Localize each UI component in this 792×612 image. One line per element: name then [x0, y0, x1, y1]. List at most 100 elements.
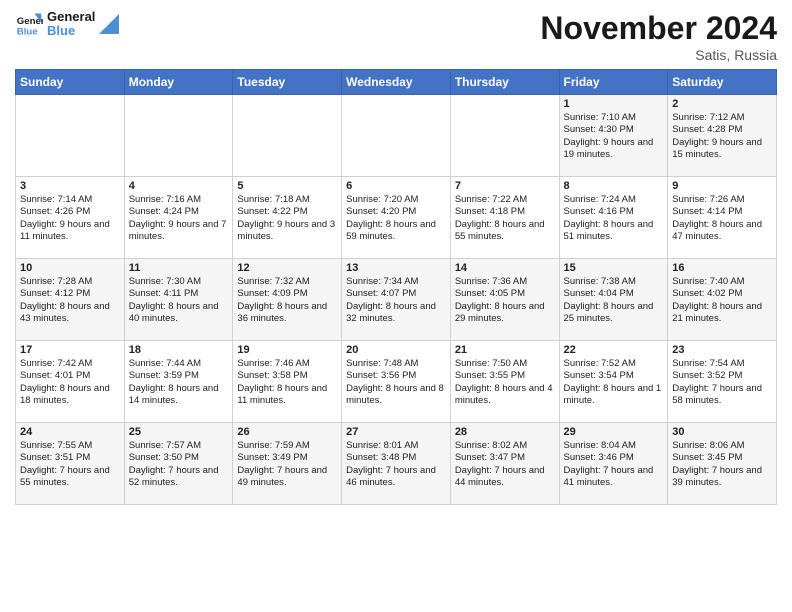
day-info: Daylight: 9 hours and 19 minutes. — [564, 137, 664, 162]
header-tuesday: Tuesday — [233, 70, 342, 95]
day-info: Sunrise: 7:54 AM — [672, 358, 772, 370]
day-info: Sunset: 3:55 PM — [455, 370, 555, 382]
day-number: 16 — [672, 262, 772, 274]
day-info: Sunrise: 8:06 AM — [672, 440, 772, 452]
calendar-cell: 7Sunrise: 7:22 AMSunset: 4:18 PMDaylight… — [450, 177, 559, 259]
calendar-cell: 17Sunrise: 7:42 AMSunset: 4:01 PMDayligh… — [16, 341, 125, 423]
day-info: Daylight: 9 hours and 15 minutes. — [672, 137, 772, 162]
day-info: Sunset: 3:54 PM — [564, 370, 664, 382]
day-info: Sunset: 4:24 PM — [129, 206, 229, 218]
day-number: 23 — [672, 344, 772, 356]
day-info: Sunset: 3:59 PM — [129, 370, 229, 382]
day-info: Daylight: 8 hours and 51 minutes. — [564, 219, 664, 244]
day-number: 25 — [129, 426, 229, 438]
day-info: Sunrise: 7:34 AM — [346, 276, 446, 288]
day-info: Sunrise: 7:46 AM — [237, 358, 337, 370]
calendar-week-row: 1Sunrise: 7:10 AMSunset: 4:30 PMDaylight… — [16, 95, 777, 177]
calendar-cell — [342, 95, 451, 177]
day-info: Sunset: 4:07 PM — [346, 288, 446, 300]
calendar-cell — [16, 95, 125, 177]
day-info: Daylight: 7 hours and 55 minutes. — [20, 465, 120, 490]
day-info: Daylight: 7 hours and 41 minutes. — [564, 465, 664, 490]
calendar-cell: 25Sunrise: 7:57 AMSunset: 3:50 PMDayligh… — [124, 423, 233, 505]
calendar-cell: 18Sunrise: 7:44 AMSunset: 3:59 PMDayligh… — [124, 341, 233, 423]
day-info: Sunset: 4:20 PM — [346, 206, 446, 218]
day-info: Daylight: 8 hours and 29 minutes. — [455, 301, 555, 326]
day-info: Sunset: 4:30 PM — [564, 124, 664, 136]
day-info: Sunset: 4:02 PM — [672, 288, 772, 300]
calendar-cell: 6Sunrise: 7:20 AMSunset: 4:20 PMDaylight… — [342, 177, 451, 259]
day-info: Sunset: 4:16 PM — [564, 206, 664, 218]
calendar-cell: 4Sunrise: 7:16 AMSunset: 4:24 PMDaylight… — [124, 177, 233, 259]
calendar-cell: 20Sunrise: 7:48 AMSunset: 3:56 PMDayligh… — [342, 341, 451, 423]
calendar-cell: 19Sunrise: 7:46 AMSunset: 3:58 PMDayligh… — [233, 341, 342, 423]
day-info: Sunrise: 7:40 AM — [672, 276, 772, 288]
day-number: 4 — [129, 180, 229, 192]
calendar-cell: 15Sunrise: 7:38 AMSunset: 4:04 PMDayligh… — [559, 259, 668, 341]
day-info: Daylight: 8 hours and 32 minutes. — [346, 301, 446, 326]
day-info: Sunrise: 7:18 AM — [237, 194, 337, 206]
day-info: Sunset: 4:22 PM — [237, 206, 337, 218]
calendar-cell — [450, 95, 559, 177]
day-info: Sunset: 4:01 PM — [20, 370, 120, 382]
logo-triangle-icon — [99, 14, 119, 34]
header-thursday: Thursday — [450, 70, 559, 95]
day-info: Daylight: 8 hours and 18 minutes. — [20, 383, 120, 408]
calendar-cell: 14 Sunrise: 7:36 AMSunset: 4:05 PMDayligh… — [450, 259, 559, 341]
day-info: Daylight: 8 hours and 25 minutes. — [564, 301, 664, 326]
header-saturday: Saturday — [668, 70, 777, 95]
day-info: Daylight: 9 hours and 11 minutes. — [20, 219, 120, 244]
day-info: Sunset: 3:47 PM — [455, 452, 555, 464]
day-info: Sunrise: 7:28 AM — [20, 276, 120, 288]
day-info: Sunset: 3:58 PM — [237, 370, 337, 382]
day-info: Daylight: 7 hours and 58 minutes. — [672, 383, 772, 408]
calendar-cell: 8Sunrise: 7:24 AMSunset: 4:16 PMDaylight… — [559, 177, 668, 259]
day-info: Sunrise: 7:42 AM — [20, 358, 120, 370]
day-info: Sunset: 3:46 PM — [564, 452, 664, 464]
day-info: Daylight: 9 hours and 7 minutes. — [129, 219, 229, 244]
svg-text:Blue: Blue — [17, 27, 38, 38]
calendar-cell: 10Sunrise: 7:28 AMSunset: 4:12 PMDayligh… — [16, 259, 125, 341]
day-info: Sunrise: 7:55 AM — [20, 440, 120, 452]
day-info: Daylight: 8 hours and 40 minutes. — [129, 301, 229, 326]
day-info: Sunset: 4:28 PM — [672, 124, 772, 136]
day-info: Sunrise: 7:57 AM — [129, 440, 229, 452]
day-info: Sunrise: 8:01 AM — [346, 440, 446, 452]
calendar-cell — [233, 95, 342, 177]
day-info: Sunrise: 7:52 AM — [564, 358, 664, 370]
calendar-cell: 5Sunrise: 7:18 AMSunset: 4:22 PMDaylight… — [233, 177, 342, 259]
logo: General Blue General Blue — [15, 10, 119, 39]
day-info: Daylight: 8 hours and 21 minutes. — [672, 301, 772, 326]
day-number: 2 — [672, 98, 772, 110]
day-info: Sunset: 3:56 PM — [346, 370, 446, 382]
day-number: 7 — [455, 180, 555, 192]
calendar-week-row: 24Sunrise: 7:55 AMSunset: 3:51 PMDayligh… — [16, 423, 777, 505]
calendar-cell: 30Sunrise: 8:06 AMSunset: 3:45 PMDayligh… — [668, 423, 777, 505]
header-monday: Monday — [124, 70, 233, 95]
day-info: Sunrise: 7:14 AM — [20, 194, 120, 206]
calendar-header-row: Sunday Monday Tuesday Wednesday Thursday… — [16, 70, 777, 95]
calendar-cell: 28Sunrise: 8:02 AMSunset: 3:47 PMDayligh… — [450, 423, 559, 505]
calendar-cell — [124, 95, 233, 177]
day-number: 29 — [564, 426, 664, 438]
day-number: 11 — [129, 262, 229, 274]
day-info: Sunrise: 8:02 AM — [455, 440, 555, 452]
day-info: Daylight: 8 hours and 14 minutes. — [129, 383, 229, 408]
month-title: November 2024 — [540, 10, 777, 47]
day-info: Sunset: 3:48 PM — [346, 452, 446, 464]
day-number: 3 — [20, 180, 120, 192]
day-number: 14 — [455, 262, 555, 274]
day-number: 1 — [564, 98, 664, 110]
day-info: Sunrise: 7:36 AM — [455, 276, 555, 288]
calendar-cell: 12Sunrise: 7:32 AMSunset: 4:09 PMDayligh… — [233, 259, 342, 341]
day-info: Sunrise: 7:20 AM — [346, 194, 446, 206]
day-info: Sunset: 4:12 PM — [20, 288, 120, 300]
calendar-cell: 9Sunrise: 7:26 AMSunset: 4:14 PMDaylight… — [668, 177, 777, 259]
location-subtitle: Satis, Russia — [540, 47, 777, 63]
calendar-cell: 11Sunrise: 7:30 AMSunset: 4:11 PMDayligh… — [124, 259, 233, 341]
day-info: Sunset: 4:05 PM — [455, 288, 555, 300]
day-info: Daylight: 8 hours and 11 minutes. — [237, 383, 337, 408]
day-info: Sunrise: 7:22 AM — [455, 194, 555, 206]
header-friday: Friday — [559, 70, 668, 95]
day-info: Sunrise: 7:44 AM — [129, 358, 229, 370]
